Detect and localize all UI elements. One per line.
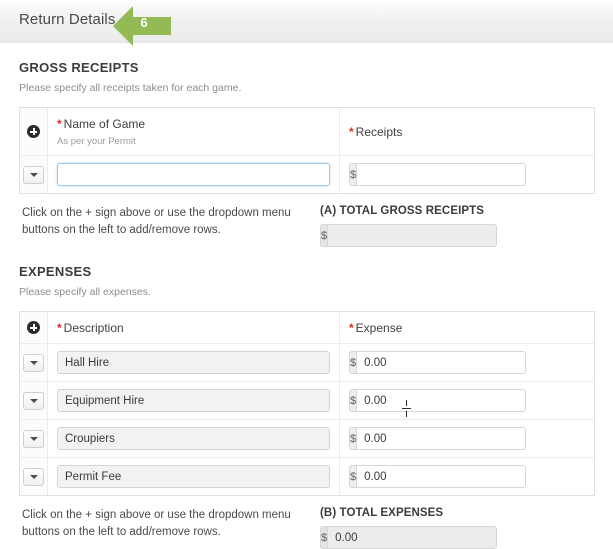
table-row: $ (20, 382, 594, 420)
gross-receipts-table: * Name of Game As per your Permit * Receip… (19, 107, 595, 194)
chevron-down-icon[interactable] (23, 353, 44, 372)
expense-description-input[interactable] (57, 427, 330, 450)
description-label: Description (63, 321, 124, 335)
gross-receipts-header-row: * Name of Game As per your Permit * Receip… (20, 108, 594, 156)
table-row: $ (20, 156, 594, 193)
total-expenses-field: $ (320, 526, 498, 549)
gross-receipts-subheading: Please specify all receipts taken for ea… (19, 82, 242, 94)
name-of-game-label: Name of Game (63, 117, 146, 131)
total-gross-receipts-label: (A) TOTAL GROSS RECEIPTS (320, 205, 485, 217)
page-title: Return Details (19, 11, 116, 28)
expenses-heading: EXPENSES (19, 264, 92, 279)
currency-symbol: $ (349, 351, 357, 374)
total-expenses-input (327, 526, 498, 549)
expense-money-field: $ (349, 465, 527, 488)
table-row: $ (20, 344, 594, 382)
gross-receipts-heading: GROSS RECEIPTS (19, 60, 139, 75)
total-gross-receipts-input (327, 224, 498, 247)
gross-receipts-name-cell (48, 156, 340, 193)
expense-amount-input[interactable] (356, 427, 527, 450)
expenses-table: *Description *Expense $ (19, 311, 595, 496)
expense-amount-cell: $ (340, 382, 594, 419)
expense-amount-cell: $ (340, 344, 594, 381)
expense-money-field: $ (349, 351, 527, 374)
expenses-totals: (B) TOTAL EXPENSES $ (C) NET PROFIT (A -… (311, 507, 594, 549)
expenses-help-text: Click on the + sign above or use the dro… (22, 509, 291, 538)
gross-receipts-footer: Click on the + sign above or use the dro… (19, 205, 594, 247)
expenses-header-row: * Description * Expense (20, 312, 594, 344)
expense-row-menu-button[interactable] (20, 344, 48, 381)
table-row: $ (20, 420, 594, 458)
expense-row-menu-button[interactable] (20, 382, 48, 419)
currency-symbol: $ (349, 163, 357, 186)
total-gross-receipts-field: $ (320, 224, 498, 247)
currency-symbol: $ (349, 465, 357, 488)
name-of-game-input[interactable] (57, 163, 330, 186)
expense-description-cell (48, 458, 340, 495)
name-of-game-hint: As per your Permit (57, 136, 136, 147)
total-expenses-label: (B) TOTAL EXPENSES (320, 507, 444, 519)
expense-label: Expense (355, 321, 403, 335)
currency-symbol: $ (349, 389, 357, 412)
expense-description-cell (48, 382, 340, 419)
receipts-money-field: $ (349, 163, 527, 186)
expenses-description-column-header: * Description (48, 312, 340, 343)
required-marker: * (57, 321, 62, 335)
chevron-down-icon[interactable] (23, 467, 44, 486)
currency-symbol: $ (349, 427, 357, 450)
expense-row-menu-button[interactable] (20, 420, 48, 457)
gross-receipts-help-text: Click on the + sign above or use the dro… (22, 207, 291, 236)
expense-description-input[interactable] (57, 465, 330, 488)
expenses-subheading: Please specify all expenses. (19, 286, 151, 298)
expense-description-input[interactable] (57, 389, 330, 412)
gross-receipts-name-column-header: * Name of Game As per your Permit (48, 108, 340, 155)
add-expenses-row-button[interactable] (20, 312, 48, 343)
expenses-amount-column-header: * Expense (340, 312, 594, 343)
expense-description-input[interactable] (57, 351, 330, 374)
page-header: Return Details 6 (0, 0, 613, 46)
expense-money-field: $ (349, 389, 527, 412)
required-marker: * (57, 117, 62, 131)
receipts-label: Receipts (355, 125, 403, 139)
chevron-down-icon[interactable] (23, 391, 44, 410)
expense-description-cell (48, 344, 340, 381)
expense-amount-input[interactable] (356, 389, 527, 412)
receipts-input[interactable] (356, 163, 527, 186)
expense-description-cell (48, 420, 340, 457)
gross-receipts-amount-column-header: * Receipts (340, 108, 594, 155)
expense-amount-cell: $ (340, 458, 594, 495)
gross-receipts-totals: (A) TOTAL GROSS RECEIPTS $ (311, 205, 594, 247)
expenses-footer: Click on the + sign above or use the dro… (19, 507, 594, 549)
expense-money-field: $ (349, 427, 527, 450)
table-row: $ (20, 458, 594, 495)
chevron-down-icon[interactable] (23, 429, 44, 448)
required-marker: * (349, 321, 354, 335)
callout-step-number: 6 (140, 15, 148, 30)
gross-receipts-amount-cell: $ (340, 156, 594, 193)
plus-circle-icon (27, 125, 40, 138)
chevron-down-icon[interactable] (23, 165, 44, 184)
expense-amount-input[interactable] (356, 351, 527, 374)
gross-receipts-row-menu-button[interactable] (20, 156, 48, 193)
expense-row-menu-button[interactable] (20, 458, 48, 495)
currency-symbol: $ (320, 224, 328, 247)
currency-symbol: $ (320, 526, 328, 549)
add-gross-receipts-row-button[interactable] (20, 108, 48, 155)
plus-circle-icon (27, 321, 40, 334)
expense-amount-cell: $ (340, 420, 594, 457)
required-marker: * (349, 125, 354, 139)
form-content: GROSS RECEIPTS Please specify all receip… (0, 60, 613, 549)
expense-amount-input[interactable] (356, 465, 527, 488)
